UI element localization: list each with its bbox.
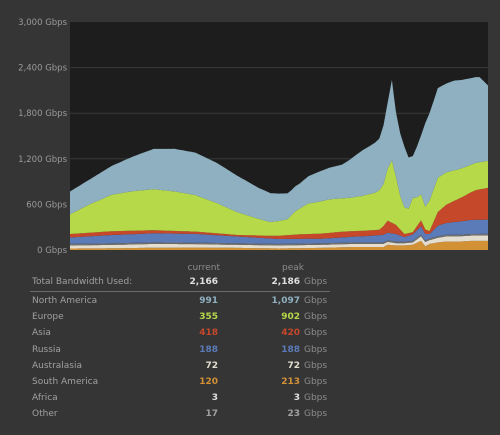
peak-value: 1,097	[271, 296, 300, 306]
current-value: 120	[199, 376, 218, 387]
unit-label: Gbps	[304, 360, 328, 371]
peak-value: 188	[281, 344, 300, 355]
peak-value: 420	[281, 328, 300, 339]
legend-row: South America 120 213 Gbps	[30, 374, 330, 390]
region-name: Russia	[32, 344, 61, 355]
legend-row: Africa 3 3 Gbps	[30, 390, 330, 406]
bandwidth-legend-table: current peak Total Bandwidth Used: 2,166…	[30, 262, 330, 423]
unit-label: Gbps	[304, 376, 328, 387]
legend-total-row: Total Bandwidth Used: 2,166 2,186 Gbps	[30, 274, 330, 292]
header-peak: peak	[282, 263, 304, 273]
region-name: Africa	[32, 393, 58, 404]
unit-label: Gbps	[304, 296, 328, 306]
legend-row: Europe 355 902 Gbps	[30, 309, 330, 325]
unit-label: Gbps	[304, 312, 328, 323]
region-name: Australasia	[32, 360, 83, 371]
current-value: 72	[205, 360, 218, 371]
legend-header-row: current peak	[30, 262, 330, 274]
current-value: 188	[199, 344, 218, 355]
y-tick-label: 1,800 Gbps	[18, 109, 67, 119]
current-value: 355	[199, 312, 218, 323]
header-current: current	[187, 263, 220, 273]
y-tick-label: 3,000 Gbps	[18, 18, 67, 28]
unit-label: Gbps	[304, 344, 328, 355]
bandwidth-area-chart: 3,000 Gbps 2,400 Gbps 1,800 Gbps 1,200 Gbps…	[18, 18, 488, 256]
current-value: 17	[205, 409, 218, 420]
y-tick-label: 600 Gbps	[26, 200, 67, 210]
y-tick-label: 1,200 Gbps	[18, 155, 67, 165]
region-name: South America	[32, 376, 99, 387]
legend-row: Russia 188 188 Gbps	[30, 342, 330, 358]
total-label: Total Bandwidth Used:	[32, 277, 133, 287]
current-value: 991	[199, 296, 218, 306]
region-name: North America	[32, 296, 98, 306]
unit-label: Gbps	[304, 393, 328, 404]
current-value: 3	[211, 393, 218, 404]
total-current: 2,166	[189, 277, 218, 287]
peak-value: 72	[287, 360, 300, 371]
y-tick-label: 0 Gbps	[37, 246, 67, 256]
total-peak: 2,186	[271, 277, 300, 287]
peak-value: 902	[281, 312, 300, 323]
peak-value: 3	[293, 393, 300, 404]
legend-rows: North America 991 1,097 Gbps Europe 355 902 Gbp…	[30, 293, 330, 423]
region-name: Asia	[32, 328, 51, 339]
peak-value: 23	[287, 409, 300, 420]
legend-row: Other 17 23 Gbps	[30, 406, 330, 422]
legend-row: Australasia 72 72 Gbps	[30, 358, 330, 374]
region-name: Other	[32, 409, 58, 420]
legend-row: Asia 418 420 Gbps	[30, 325, 330, 341]
y-tick-label: 2,400 Gbps	[18, 64, 67, 74]
y-axis: 3,000 Gbps 2,400 Gbps 1,800 Gbps 1,200 Gbps…	[18, 18, 67, 256]
total-unit: Gbps	[304, 277, 328, 287]
region-name: Europe	[32, 312, 64, 323]
current-value: 418	[199, 328, 218, 339]
peak-value: 213	[281, 376, 300, 387]
legend-row: North America 991 1,097 Gbps	[30, 293, 330, 309]
unit-label: Gbps	[304, 409, 328, 420]
unit-label: Gbps	[304, 328, 328, 339]
